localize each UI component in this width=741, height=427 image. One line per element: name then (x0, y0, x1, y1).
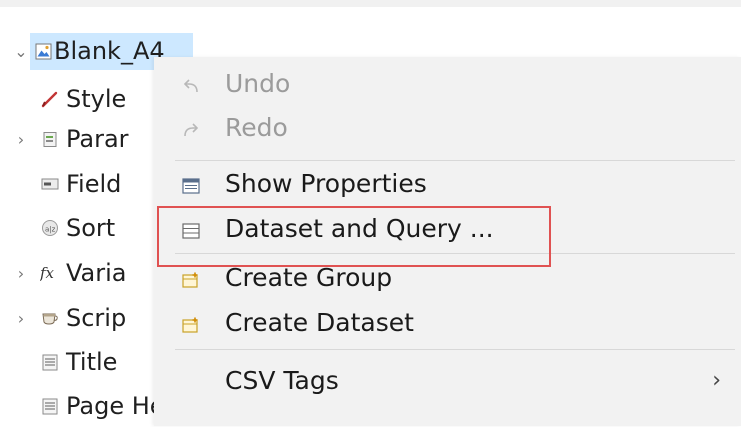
menu-separator (175, 253, 735, 254)
menu-separator (175, 349, 735, 350)
report-icon (33, 41, 53, 61)
menu-item-label: CSV Tags (225, 366, 339, 395)
create-dataset-icon (180, 314, 202, 336)
menu-item-create-group[interactable]: Create Group (154, 257, 741, 303)
tree-node-root-label: Blank_A4 (54, 37, 165, 65)
menu-item-undo[interactable]: Undo (154, 63, 741, 109)
menu-item-csv-tags[interactable]: CSV Tags › (154, 360, 741, 406)
redo-icon (180, 119, 202, 141)
tree-node-label: Varia (66, 259, 127, 287)
menu-item-redo[interactable]: Redo (154, 107, 741, 153)
context-menu: Undo Redo Show Properties Dataset and Qu… (154, 57, 741, 426)
svg-text:fx: fx (40, 264, 55, 282)
menu-item-label: Show Properties (225, 169, 427, 198)
menu-item-label: Create Group (225, 263, 393, 292)
band-icon (40, 352, 60, 372)
tree-node-label: Style (66, 85, 127, 113)
properties-icon (180, 175, 202, 197)
menu-item-label: Create Dataset (225, 308, 414, 337)
fields-icon (40, 174, 60, 194)
band-icon (40, 396, 60, 416)
scriptlets-icon (40, 308, 60, 328)
menu-item-create-dataset[interactable]: Create Dataset (154, 302, 741, 348)
create-group-icon (180, 269, 202, 291)
submenu-arrow-icon: › (712, 368, 721, 393)
menu-item-label: Undo (225, 69, 291, 98)
editor-top-strip (0, 0, 741, 7)
collapse-chevron-icon[interactable]: ⌄ (14, 42, 28, 61)
tree-node-label: Title (66, 348, 118, 376)
expand-chevron-icon[interactable]: › (14, 130, 28, 149)
tree-node-label: Parar (66, 125, 129, 153)
svg-text:a|z: a|z (45, 226, 56, 234)
expand-chevron-icon[interactable]: › (14, 264, 28, 283)
variables-icon: fx (40, 263, 60, 283)
menu-item-label: Redo (225, 113, 288, 142)
menu-item-label: Dataset and Query ... (225, 214, 494, 243)
style-icon (40, 89, 60, 109)
tree-node-label: Sort (66, 214, 116, 242)
expand-chevron-icon[interactable]: › (14, 309, 28, 328)
parameters-icon (40, 129, 60, 149)
menu-item-show-properties[interactable]: Show Properties (154, 163, 741, 209)
tree-node-label: Scrip (66, 304, 127, 332)
dataset-query-icon (180, 220, 202, 242)
undo-icon (180, 75, 202, 97)
sort-icon: a|z (40, 218, 60, 238)
tree-node-label: Field (66, 170, 122, 198)
menu-item-dataset-and-query[interactable]: Dataset and Query ... (154, 208, 741, 254)
menu-separator (175, 160, 735, 161)
